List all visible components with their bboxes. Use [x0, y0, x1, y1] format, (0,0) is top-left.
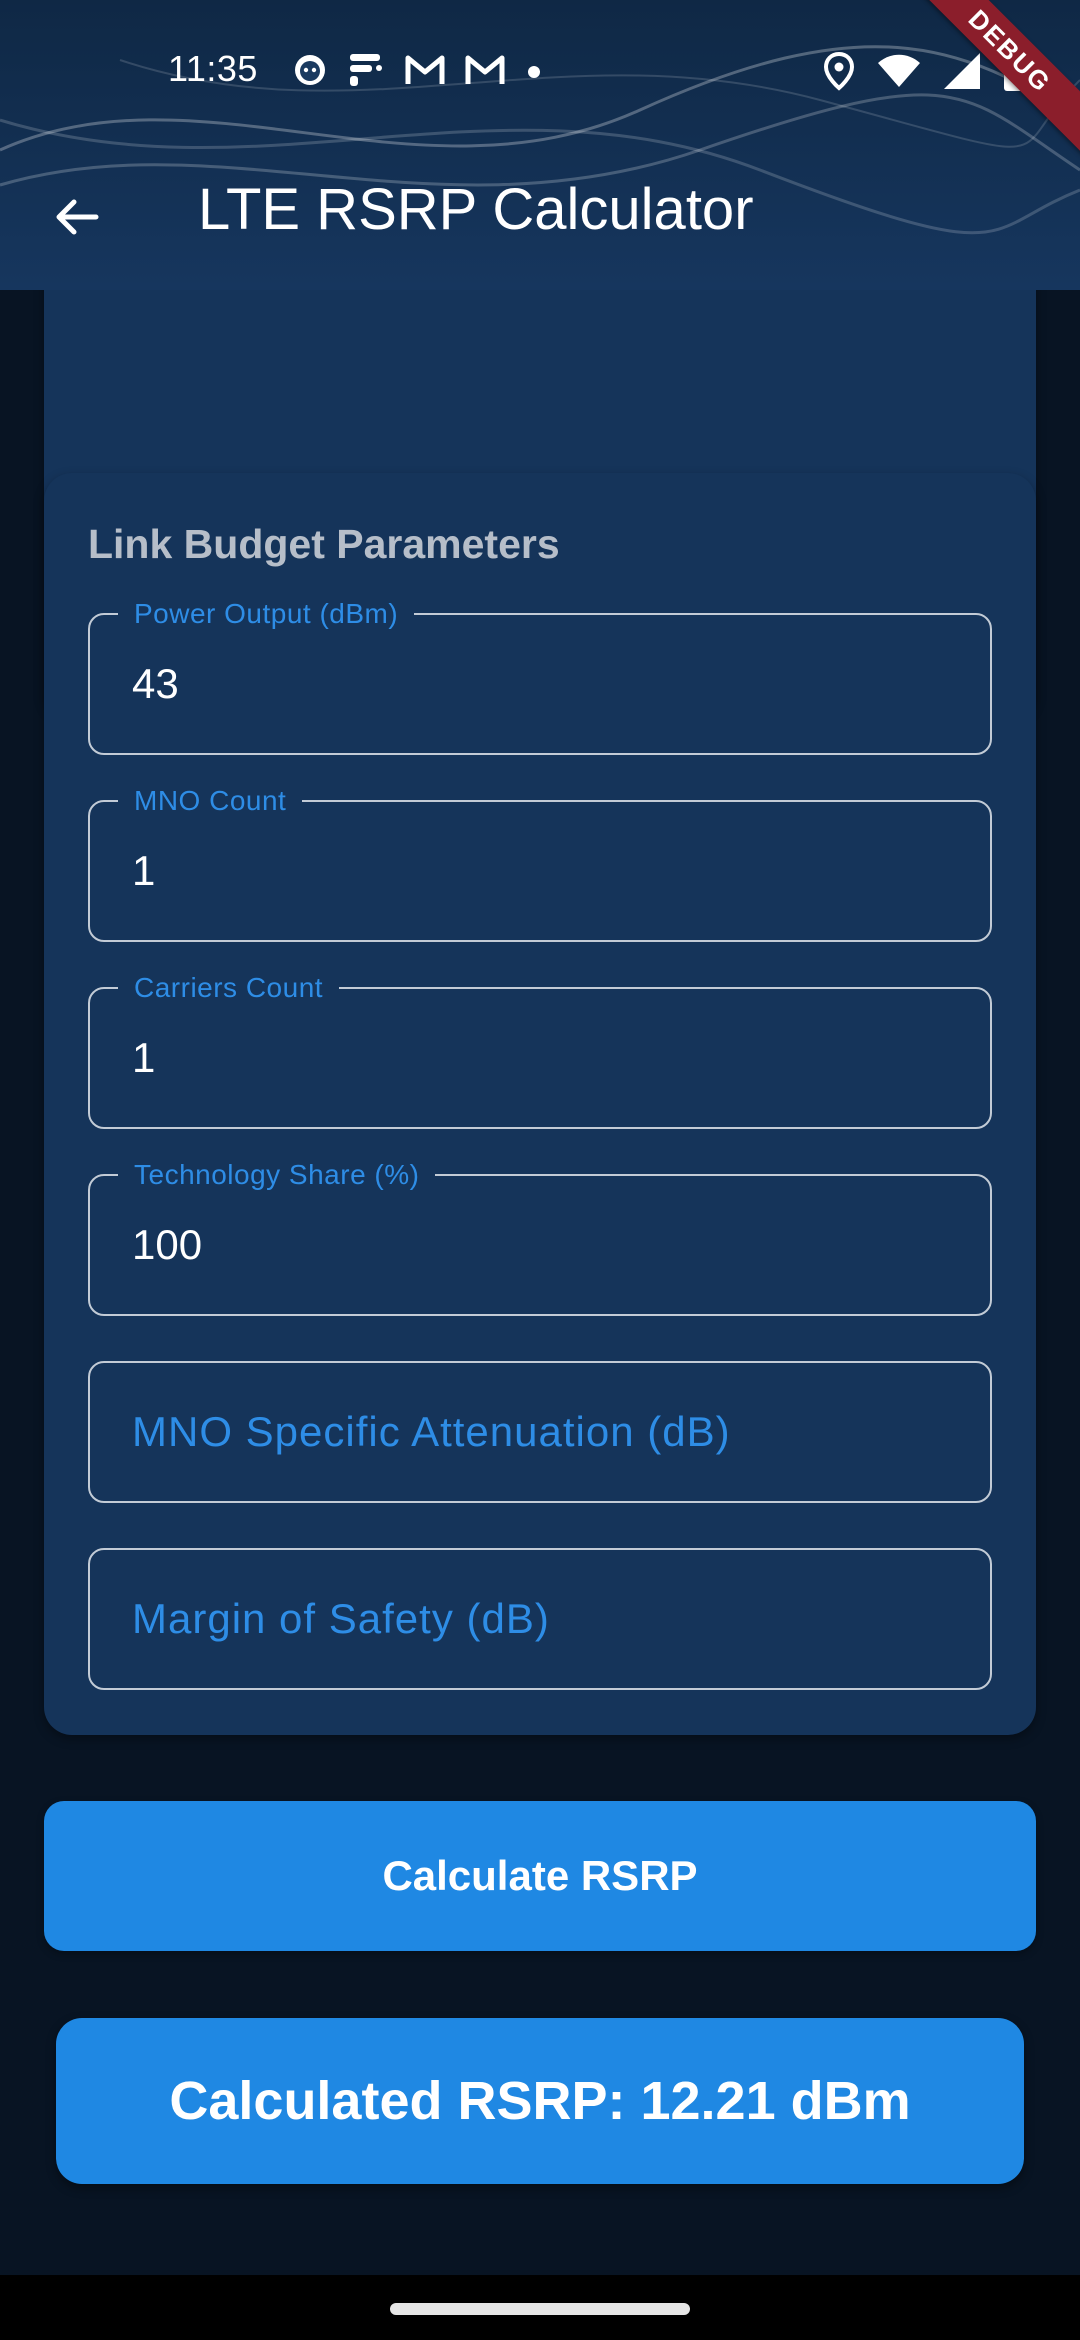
power-output-label: Power Output (dBm) [118, 597, 415, 631]
mno-count-input[interactable] [132, 838, 952, 904]
navigation-bar [0, 2275, 1080, 2340]
app-header: 11:35 DEBUG LTE RSRP Calculator [0, 0, 1080, 290]
technology-share-input[interactable] [132, 1212, 952, 1278]
carriers-count-field[interactable]: Carriers Count [88, 971, 992, 1129]
power-output-input[interactable] [132, 651, 952, 717]
status-time: 11:35 [168, 48, 258, 89]
wifi-icon [878, 54, 920, 87]
gmail-icon [465, 55, 505, 84]
face-notification-icon [295, 55, 325, 85]
status-bar: 11:35 [0, 0, 1080, 140]
mno-attenuation-field[interactable] [88, 1361, 992, 1503]
app-bar: LTE RSRP Calculator [0, 150, 1080, 280]
notification-icons [292, 50, 544, 90]
feed-notification-icon [350, 54, 382, 86]
mno-count-field[interactable]: MNO Count [88, 784, 992, 942]
gmail-icon [405, 55, 445, 84]
more-notifications-dot-icon [528, 66, 540, 78]
power-output-field[interactable]: Power Output (dBm) [88, 597, 992, 755]
home-indicator[interactable] [390, 2303, 690, 2315]
mno-count-label: MNO Count [118, 784, 303, 818]
section-title: Link Budget Parameters [88, 521, 560, 567]
page-title: LTE RSRP Calculator [198, 177, 754, 242]
calculate-rsrp-button[interactable]: Calculate RSRP [44, 1801, 1036, 1951]
result-card: Calculated RSRP: 12.21 dBm [56, 2018, 1024, 2184]
margin-of-safety-field[interactable] [88, 1548, 992, 1690]
cell-signal-icon [944, 53, 980, 89]
carriers-count-input[interactable] [132, 1025, 952, 1091]
scroll-content[interactable]: Link Budget Parameters Power Output (dBm… [0, 290, 1080, 2275]
link-budget-card: Link Budget Parameters Power Output (dBm… [44, 473, 1036, 1735]
location-icon [823, 51, 855, 91]
calculated-rsrp-text: Calculated RSRP: 12.21 dBm [169, 2071, 911, 2131]
carriers-count-label: Carriers Count [118, 971, 340, 1005]
technology-share-label: Technology Share (%) [118, 1158, 436, 1192]
arrow-back-icon [56, 199, 99, 235]
back-button[interactable] [40, 180, 114, 254]
margin-of-safety-input[interactable] [132, 1586, 952, 1652]
mno-attenuation-input[interactable] [132, 1399, 952, 1465]
technology-share-field[interactable]: Technology Share (%) [88, 1158, 992, 1316]
